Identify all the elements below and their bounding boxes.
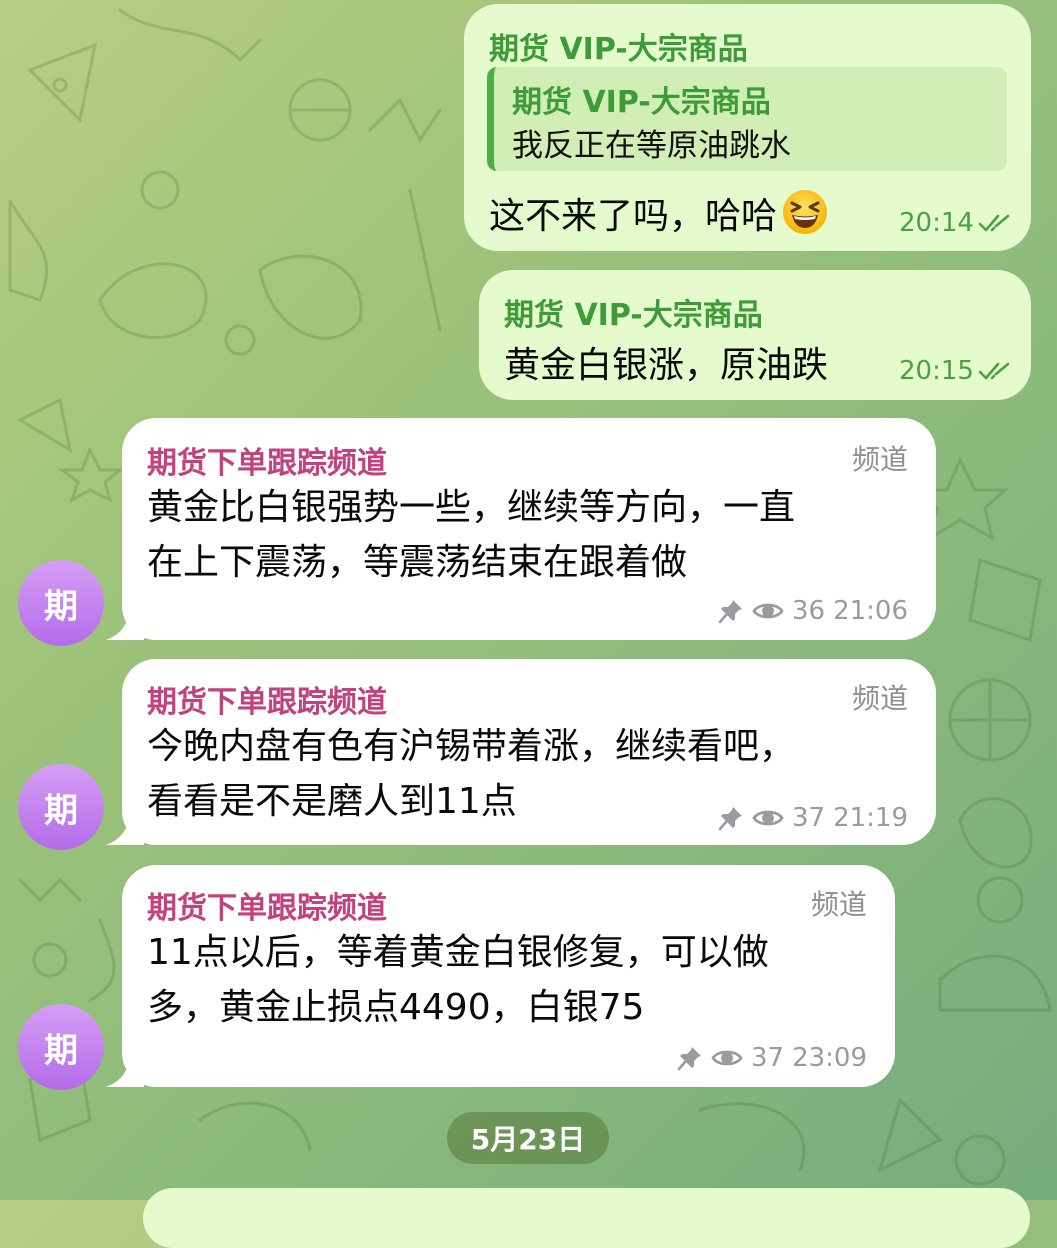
message-line: 黄金比白银强势一些，继续等方向，一直	[147, 487, 796, 528]
date-separator: 5月23日	[447, 1112, 609, 1164]
pin-icon	[677, 1047, 701, 1071]
double-check-icon	[978, 362, 1010, 380]
channel-message[interactable]: 期货下单跟踪频道 频道 黄金比白银强势一些，继续等方向，一直 在上下震荡，等震荡…	[122, 418, 936, 640]
message-text: 这不来了吗，哈哈	[489, 187, 829, 239]
eye-icon	[752, 810, 784, 826]
message-meta: 20:15	[899, 356, 1014, 386]
message-text: 黄金白银涨，原油跌	[504, 345, 829, 386]
message-text: 黄金比白银强势一些，继续等方向，一直 在上下震荡，等震荡结束在跟着做	[147, 480, 795, 590]
pin-icon	[718, 807, 742, 831]
sender-name: 期货 VIP-大宗商品	[504, 298, 763, 333]
chat-area: 期货 VIP-大宗商品 期货 VIP-大宗商品 我反正在等原油跳水 这不来了吗，…	[0, 0, 1057, 1248]
outgoing-message[interactable]: 期货 VIP-大宗商品 黄金白银涨，原油跌 20:15	[479, 270, 1031, 400]
reply-quote[interactable]: 期货 VIP-大宗商品 我反正在等原油跳水	[487, 67, 1007, 171]
message-time: 21:06	[833, 596, 908, 626]
channel-message[interactable]: 期货下单跟踪频道 频道 今晚内盘有色有沪锡带着涨，继续看吧， 看看是不是磨人到1…	[122, 659, 936, 845]
message-line: 多，黄金止损点4490，白银75	[147, 987, 645, 1028]
outgoing-message[interactable]: 期货 VIP-大宗商品 期货 VIP-大宗商品 我反正在等原油跳水 这不来了吗，…	[464, 4, 1031, 251]
message-meta: 20:14	[899, 208, 1014, 238]
pin-icon	[718, 600, 742, 624]
reply-sender-name: 期货 VIP-大宗商品	[512, 85, 771, 120]
channel-message[interactable]: 期货下单跟踪频道 频道 11点以后，等着黄金白银修复，可以做 多，黄金止损点44…	[122, 865, 895, 1087]
message-time: 20:15	[899, 356, 974, 386]
outgoing-message-partial[interactable]	[143, 1188, 1030, 1248]
message-text-content: 这不来了吗，哈哈	[489, 196, 778, 237]
message-time: 20:14	[899, 208, 974, 238]
message-meta: 37 21:19	[718, 803, 908, 833]
grinning-squinting-face-icon	[783, 190, 828, 234]
message-line: 11点以后，等着黄金白银修复，可以做	[147, 932, 769, 973]
channel-avatar[interactable]: 期	[18, 764, 104, 850]
channel-avatar[interactable]: 期	[18, 560, 104, 646]
message-time: 23:09	[792, 1043, 867, 1073]
view-count: 37	[750, 1043, 785, 1073]
channel-tag: 频道	[851, 443, 908, 476]
double-check-icon	[978, 214, 1010, 232]
message-meta: 36 21:06	[718, 596, 908, 626]
channel-name[interactable]: 期货下单跟踪频道	[147, 438, 387, 482]
message-line: 今晚内盘有色有沪锡带着涨，继续看吧，	[147, 726, 796, 767]
channel-name[interactable]: 期货下单跟踪频道	[147, 883, 387, 927]
channel-name[interactable]: 期货下单跟踪频道	[147, 677, 387, 721]
channel-tag: 频道	[810, 888, 867, 921]
channel-avatar[interactable]: 期	[18, 1004, 104, 1090]
reply-text: 我反正在等原油跳水	[512, 128, 791, 164]
message-text: 11点以后，等着黄金白银修复，可以做 多，黄金止损点4490，白银75	[147, 925, 769, 1035]
sender-name: 期货 VIP-大宗商品	[489, 32, 748, 67]
eye-icon	[711, 1050, 743, 1066]
view-count: 36	[791, 596, 826, 626]
message-time: 21:19	[833, 803, 908, 833]
message-line: 在上下震荡，等震荡结束在跟着做	[147, 542, 688, 583]
message-meta: 37 23:09	[677, 1043, 867, 1073]
message-text: 今晚内盘有色有沪锡带着涨，继续看吧， 看看是不是磨人到11点	[147, 719, 795, 829]
view-count: 37	[791, 803, 826, 833]
message-line: 看看是不是磨人到11点	[147, 781, 517, 822]
channel-tag: 频道	[851, 682, 908, 715]
eye-icon	[752, 603, 784, 619]
